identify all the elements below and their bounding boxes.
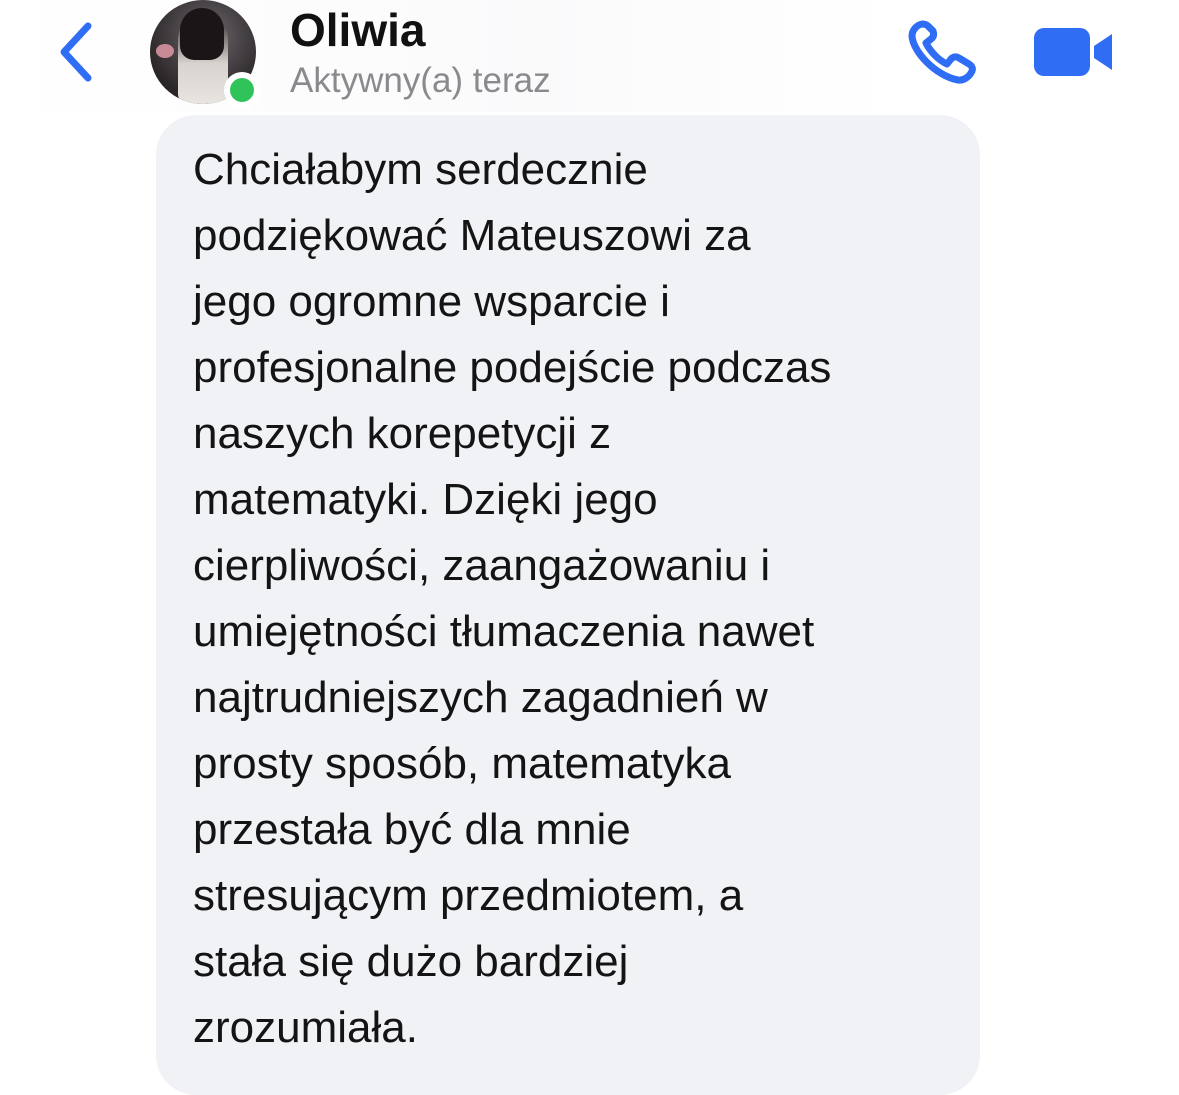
message-line: najtrudniejszych zagadnień w bbox=[193, 673, 768, 722]
message-line: profesjonalne podejście podczas bbox=[193, 343, 832, 392]
message-line: przestała być dla mnie bbox=[193, 805, 631, 854]
contact-name[interactable]: Oliwia bbox=[290, 4, 425, 56]
message-line: zrozumiała. bbox=[193, 1003, 418, 1052]
message-line: naszych korepetycji z bbox=[193, 409, 612, 458]
online-status-indicator bbox=[224, 72, 260, 108]
message-line: prosty sposób, matematyka bbox=[193, 739, 732, 788]
chat-header: Oliwia Aktywny(a) teraz bbox=[0, 0, 1179, 118]
contact-status: Aktywny(a) teraz bbox=[290, 61, 551, 100]
video-camera-icon bbox=[1034, 28, 1112, 76]
message-line: matematyki. Dzięki jego bbox=[193, 475, 658, 524]
message-line: cierpliwości, zaangażowaniu i bbox=[193, 541, 771, 590]
message-line: podziękować Mateuszowi za bbox=[193, 211, 751, 260]
message-line: stresującym przedmiotem, a bbox=[193, 871, 744, 920]
message-line: umiejętności tłumaczenia nawet bbox=[193, 607, 815, 656]
message-text: Chciałabym serdecznie podziękować Mateusz… bbox=[193, 137, 963, 1061]
message-line: Chciałabym serdecznie bbox=[193, 145, 648, 194]
message-line: stała się dużo bardziej bbox=[193, 937, 629, 986]
phone-icon bbox=[908, 20, 976, 84]
audio-call-button[interactable] bbox=[906, 18, 978, 84]
back-button[interactable] bbox=[48, 14, 104, 90]
video-call-button[interactable] bbox=[1030, 24, 1118, 80]
chevron-left-icon bbox=[60, 22, 92, 82]
message-line: jego ogromne wsparcie i bbox=[193, 277, 670, 326]
